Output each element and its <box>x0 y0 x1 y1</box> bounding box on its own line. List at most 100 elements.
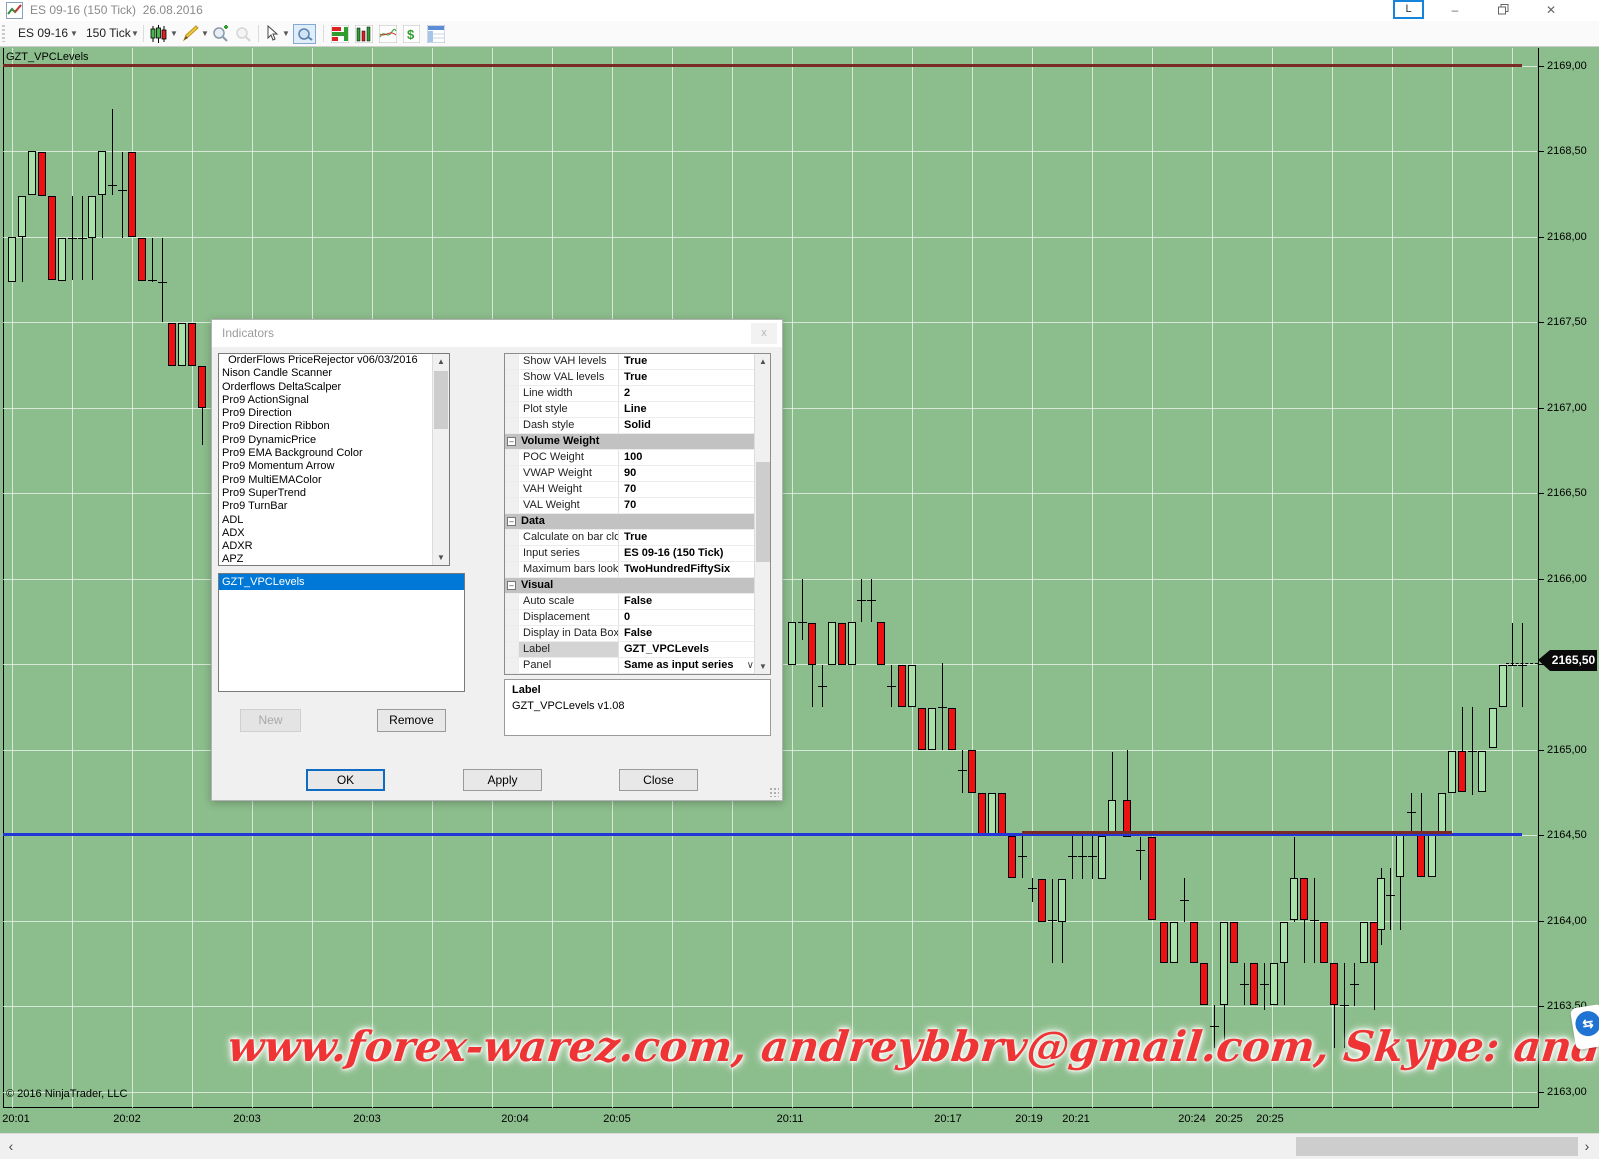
scroll-up-icon[interactable]: ▲ <box>433 354 449 369</box>
properties-scrollbar[interactable]: ▲ ▼ <box>754 354 770 674</box>
scroll-thumb[interactable] <box>1296 1137 1578 1156</box>
property-row[interactable]: VWAP Weight90 <box>505 466 756 482</box>
property-row[interactable]: Plot styleLine <box>505 402 756 418</box>
property-row[interactable]: Show VAL levelsTrue <box>505 370 756 386</box>
apply-button[interactable]: Apply <box>463 769 542 791</box>
dropdown-caret-icon[interactable]: ∨ <box>747 658 754 673</box>
indicator-list-item[interactable]: Pro9 TurnBar <box>219 500 449 513</box>
property-row[interactable]: POC Weight100 <box>505 450 756 466</box>
property-row[interactable]: Displacement0 <box>505 610 756 626</box>
property-row[interactable]: Line width2 <box>505 386 756 402</box>
indicator-list-item[interactable]: Pro9 MultiEMAColor <box>219 474 449 487</box>
property-row[interactable]: Maximum bars look lTwoHundredFiftySix <box>505 562 756 578</box>
scroll-thumb[interactable] <box>756 462 770 562</box>
property-value[interactable]: 100 <box>619 450 756 465</box>
property-value[interactable]: 70 <box>619 482 756 497</box>
line-chart-icon[interactable] <box>379 25 397 48</box>
property-value[interactable]: True <box>619 354 756 369</box>
new-button[interactable]: New <box>240 709 301 732</box>
period-caret-icon[interactable]: ▼ <box>131 29 139 38</box>
zoom-in-icon[interactable] <box>212 25 230 48</box>
property-value[interactable]: 70 <box>619 498 756 513</box>
scroll-down-icon[interactable]: ▼ <box>433 550 449 565</box>
property-value[interactable]: GZT_VPCLevels <box>619 642 756 657</box>
property-row[interactable]: LabelGZT_VPCLevels <box>505 642 756 658</box>
chart-magnify-toggle[interactable] <box>293 24 316 44</box>
indicator-list-item[interactable]: Pro9 DynamicPrice <box>219 434 449 447</box>
dialog-titlebar[interactable]: Indicators x <box>212 320 782 347</box>
property-value[interactable]: TwoHundredFiftySix <box>619 562 756 577</box>
indicator-list-item[interactable]: Pro9 EMA Background Color <box>219 447 449 460</box>
collapse-icon[interactable]: – <box>507 581 516 590</box>
horizontal-scrollbar[interactable]: ‹ › <box>0 1133 1599 1159</box>
indicator-list-item[interactable]: Pro9 ActionSignal <box>219 394 449 407</box>
collapse-icon[interactable]: – <box>507 437 516 446</box>
property-row[interactable]: Auto scaleFalse <box>505 594 756 610</box>
instrument-selector[interactable]: ES 09-16 <box>18 26 68 40</box>
property-value[interactable]: 2 <box>619 386 756 401</box>
property-row[interactable]: Dash styleSolid <box>505 418 756 434</box>
property-value[interactable]: False <box>619 626 756 641</box>
indicator-list-item[interactable]: Nison Candle Scanner <box>219 367 449 380</box>
instrument-caret-icon[interactable]: ▼ <box>70 29 78 38</box>
scroll-up-icon[interactable]: ▲ <box>755 354 771 369</box>
minimize-button[interactable]: – <box>1441 0 1469 20</box>
dialog-resize-grip[interactable] <box>769 787 779 797</box>
indicator-list-item[interactable]: ADXR <box>219 540 449 553</box>
property-row[interactable]: Calculate on bar closTrue <box>505 530 756 546</box>
property-value[interactable]: ES 09-16 (150 Tick) <box>619 546 756 561</box>
dialog-close-icon[interactable]: x <box>751 323 777 344</box>
toolbar-grip[interactable] <box>2 25 5 42</box>
remove-button[interactable]: Remove <box>377 709 446 732</box>
property-row[interactable]: VAH Weight70 <box>505 482 756 498</box>
dollar-account-icon[interactable]: $ <box>403 25 420 48</box>
indicator-properties-grid[interactable]: Show VAH levelsTrueShow VAL levelsTrueLi… <box>504 353 771 675</box>
property-row[interactable]: VAL Weight70 <box>505 498 756 514</box>
indicator-list-item[interactable]: Pro9 SuperTrend <box>219 487 449 500</box>
configured-indicator-item[interactable]: GZT_VPCLevels <box>219 574 464 590</box>
cursor-tool-icon[interactable] <box>265 25 280 47</box>
collapse-icon[interactable]: – <box>507 517 516 526</box>
property-value[interactable]: Solid <box>619 418 756 433</box>
period-selector[interactable]: 150 Tick <box>86 26 131 40</box>
indicator-list-item[interactable]: Pro9 Direction <box>219 407 449 420</box>
indicator-list-item[interactable]: Orderflows DeltaScalper <box>219 381 449 394</box>
indicator-list-item[interactable]: APZ <box>219 553 449 566</box>
ok-button[interactable]: OK <box>306 769 385 791</box>
property-value[interactable]: False <box>619 594 756 609</box>
available-indicators-list[interactable]: OrderFlows PriceRejector v06/03/2016Niso… <box>218 353 450 566</box>
indicator-list-item[interactable]: Pro9 Direction Ribbon <box>219 420 449 433</box>
property-row[interactable]: Show VAH levelsTrue <box>505 354 756 370</box>
scroll-down-icon[interactable]: ▼ <box>755 659 771 674</box>
available-list-scrollbar[interactable]: ▲ ▼ <box>432 354 449 565</box>
zoom-out-icon[interactable] <box>235 25 253 48</box>
cursor-caret-icon[interactable]: ▼ <box>282 29 290 38</box>
scroll-thumb[interactable] <box>434 371 448 429</box>
chart-style-caret-icon[interactable]: ▼ <box>170 29 178 38</box>
restore-button[interactable] <box>1489 0 1517 20</box>
property-value[interactable]: True <box>619 530 756 545</box>
indicator-list-item[interactable]: OrderFlows PriceRejector v06/03/2016 <box>219 354 449 367</box>
property-section-header[interactable]: –Data <box>505 514 756 530</box>
drawing-tools-caret-icon[interactable]: ▼ <box>201 29 209 38</box>
volume-chart-icon[interactable] <box>355 25 373 48</box>
indicator-list-item[interactable]: ADL <box>219 514 449 527</box>
configured-indicators-list[interactable]: GZT_VPCLevels <box>218 573 465 692</box>
property-row[interactable]: Display in Data BoxFalse <box>505 626 756 642</box>
property-value[interactable]: 0 <box>619 610 756 625</box>
property-value[interactable]: 90 <box>619 466 756 481</box>
close-dialog-button[interactable]: Close <box>619 769 698 791</box>
property-value[interactable]: Same as input series∨ <box>619 658 756 673</box>
property-section-header[interactable]: –Visual <box>505 578 756 594</box>
market-analyzer-icon[interactable] <box>331 25 349 48</box>
property-row[interactable]: PanelSame as input series∨ <box>505 658 756 674</box>
data-grid-icon[interactable] <box>427 25 445 48</box>
property-row[interactable]: Input seriesES 09-16 (150 Tick) <box>505 546 756 562</box>
indicator-list-item[interactable]: Pro9 Momentum Arrow <box>219 460 449 473</box>
scroll-left-icon[interactable]: ‹ <box>2 1134 20 1159</box>
scroll-right-icon[interactable]: › <box>1578 1134 1596 1159</box>
property-value[interactable]: True <box>619 370 756 385</box>
property-section-header[interactable]: –Volume Weight <box>505 434 756 450</box>
close-button[interactable]: ✕ <box>1537 0 1565 20</box>
indicator-list-item[interactable]: ADX <box>219 527 449 540</box>
